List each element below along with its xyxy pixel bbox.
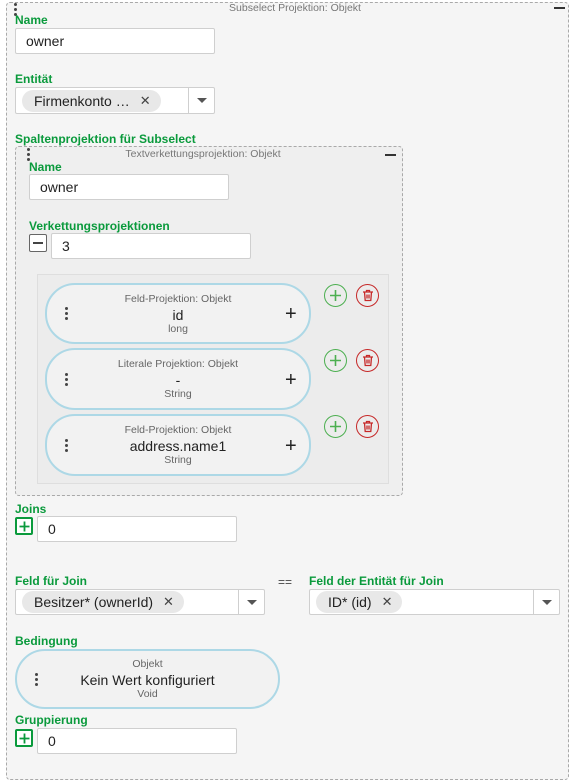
plus-icon[interactable]: + bbox=[285, 304, 297, 324]
add-item-button[interactable] bbox=[324, 284, 347, 307]
inner-panel-title: Textverkettungsprojektion: Objekt bbox=[125, 148, 281, 160]
minus-icon bbox=[33, 242, 43, 244]
condition-type: Objekt bbox=[132, 658, 163, 670]
close-icon[interactable]: ✕ bbox=[163, 594, 174, 610]
projection-value: - bbox=[175, 372, 181, 388]
entity-join-field-chip[interactable]: ID* (id) ✕ bbox=[316, 591, 403, 613]
join-field-select[interactable]: Besitzer* (ownerId) ✕ bbox=[15, 589, 265, 615]
projection-datatype: String bbox=[164, 454, 192, 466]
chevron-down-icon bbox=[246, 599, 257, 605]
collapse-panel-button[interactable] bbox=[552, 3, 566, 13]
projection-item[interactable]: Feld-Projektion: Objekt id long + bbox=[45, 283, 311, 344]
projection-type: Feld-Projektion: Objekt bbox=[124, 293, 232, 305]
condition-label: Bedingung bbox=[15, 634, 78, 648]
trash-icon bbox=[362, 289, 373, 302]
inner-name-label: Name bbox=[29, 160, 62, 174]
add-item-button[interactable] bbox=[324, 415, 347, 438]
trash-icon bbox=[362, 420, 373, 433]
entity-join-field-chip-label: ID* (id) bbox=[328, 594, 372, 610]
plus-icon[interactable]: + bbox=[285, 370, 297, 390]
projection-item[interactable]: Feld-Projektion: Objekt address.name1 St… bbox=[45, 414, 311, 476]
grouping-count-input[interactable]: 0 bbox=[37, 728, 237, 754]
panel-title: Subselect Projektion: Objekt bbox=[229, 2, 361, 14]
chain-projections-label: Verkettungsprojektionen bbox=[29, 219, 170, 233]
dropdown-toggle[interactable] bbox=[238, 590, 264, 614]
chain-count-input[interactable]: 3 bbox=[51, 233, 251, 259]
name-label: Name bbox=[15, 13, 48, 27]
projection-datatype: String bbox=[164, 388, 192, 400]
projection-value: id bbox=[172, 307, 184, 323]
plus-icon[interactable]: + bbox=[285, 436, 297, 456]
join-field-chip[interactable]: Besitzer* (ownerId) ✕ bbox=[22, 591, 184, 613]
collapse-inner-panel-button[interactable] bbox=[383, 150, 397, 160]
joins-label: Joins bbox=[15, 502, 47, 516]
minus-icon bbox=[384, 154, 396, 156]
delete-item-button[interactable] bbox=[356, 284, 379, 307]
plus-circle-icon bbox=[330, 355, 341, 366]
entity-chip[interactable]: Firmenkonto … ✕ bbox=[22, 89, 161, 112]
plus-icon bbox=[19, 733, 29, 743]
dropdown-toggle[interactable] bbox=[533, 590, 559, 614]
plus-circle-icon bbox=[330, 290, 341, 301]
join-field-chip-label: Besitzer* (ownerId) bbox=[34, 594, 154, 610]
projection-datatype: long bbox=[168, 323, 188, 335]
grouping-label: Gruppierung bbox=[15, 713, 88, 727]
projection-type: Literale Projektion: Objekt bbox=[117, 358, 239, 370]
add-grouping-button[interactable] bbox=[15, 729, 33, 747]
close-icon[interactable]: ✕ bbox=[140, 93, 151, 109]
close-icon[interactable]: ✕ bbox=[382, 594, 393, 610]
condition-object[interactable]: Objekt Kein Wert konfiguriert Void bbox=[15, 649, 280, 709]
delete-item-button[interactable] bbox=[356, 349, 379, 372]
minus-icon bbox=[553, 7, 565, 9]
trash-icon bbox=[362, 354, 373, 367]
equals-sign: == bbox=[278, 575, 293, 589]
entity-join-field-label: Feld der Entität für Join bbox=[309, 574, 444, 588]
condition-datatype: Void bbox=[137, 688, 158, 700]
join-field-label: Feld für Join bbox=[15, 574, 87, 588]
name-input[interactable]: owner bbox=[15, 28, 215, 54]
entity-label: Entität bbox=[15, 72, 53, 86]
projection-value: address.name1 bbox=[129, 438, 227, 454]
entity-select[interactable]: Firmenkonto … ✕ bbox=[15, 87, 215, 114]
plus-icon bbox=[19, 521, 29, 531]
condition-value: Kein Wert konfiguriert bbox=[80, 672, 215, 688]
delete-item-button[interactable] bbox=[356, 415, 379, 438]
projection-item[interactable]: Literale Projektion: Objekt - String + bbox=[45, 348, 311, 410]
plus-circle-icon bbox=[330, 421, 341, 432]
add-join-button[interactable] bbox=[15, 517, 33, 535]
joins-count-input[interactable]: 0 bbox=[37, 516, 237, 542]
chevron-down-icon bbox=[541, 599, 552, 605]
dropdown-toggle[interactable] bbox=[188, 88, 214, 113]
add-item-button[interactable] bbox=[324, 349, 347, 372]
chevron-down-icon bbox=[196, 98, 207, 103]
entity-join-field-select[interactable]: ID* (id) ✕ bbox=[309, 589, 560, 615]
projection-type: Feld-Projektion: Objekt bbox=[124, 424, 232, 436]
column-projection-label: Spaltenprojektion für Subselect bbox=[15, 132, 196, 146]
entity-chip-label: Firmenkonto … bbox=[34, 92, 130, 109]
collapse-chain-button[interactable] bbox=[29, 234, 47, 252]
inner-name-input[interactable]: owner bbox=[29, 174, 229, 200]
